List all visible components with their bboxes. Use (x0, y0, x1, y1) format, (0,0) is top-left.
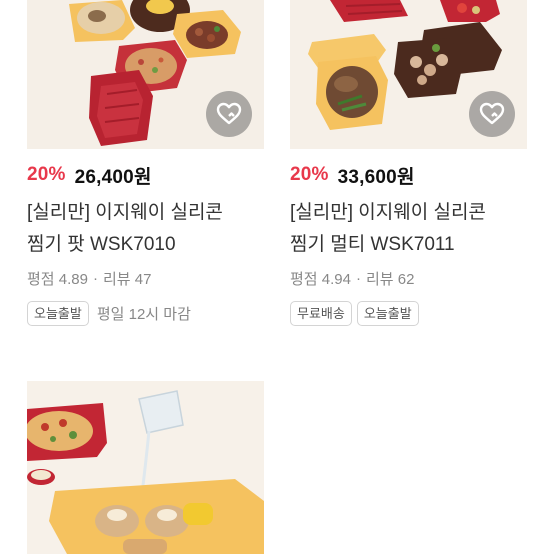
rating-score: 평점 4.89 (27, 270, 88, 288)
tag-row: 무료배송 오늘출발 (290, 301, 527, 326)
product-card[interactable]: 20% 33,600원 [실리만] 이지웨이 실리콘 찜기 멀티 WSK7011… (290, 0, 527, 326)
product-card[interactable] (27, 381, 264, 554)
product-image[interactable] (27, 381, 264, 554)
price-row: 20% 26,400원 (27, 163, 264, 188)
sale-price: 33,600원 (337, 166, 415, 188)
review-count: 리뷰 47 (102, 270, 152, 288)
product-title[interactable]: [실리만] 이지웨이 실리콘 찜기 멀티 WSK7011 (290, 197, 527, 261)
wishlist-button[interactable] (206, 91, 252, 137)
shipping-deadline: 평일 12시 마감 (96, 306, 191, 323)
wishlist-button[interactable] (469, 91, 515, 137)
review-count: 리뷰 62 (365, 270, 415, 288)
product-title[interactable]: [실리만] 이지웨이 실리콘 찜기 팟 WSK7010 (27, 197, 264, 261)
product-title-line: [실리만] 이지웨이 실리콘 (290, 202, 486, 223)
rating-score: 평점 4.94 (290, 270, 351, 288)
product-title-line: 찜기 멀티 WSK7011 (290, 234, 455, 255)
product-card[interactable]: 20% 26,400원 [실리만] 이지웨이 실리콘 찜기 팟 WSK7010 … (27, 0, 264, 326)
product-image[interactable] (27, 0, 264, 149)
sale-price: 26,400원 (74, 166, 152, 188)
tag-row: 오늘출발 평일 12시 마감 (27, 301, 264, 326)
discount-rate: 20% (290, 164, 329, 185)
price-row: 20% 33,600원 (290, 163, 527, 188)
separator-dot: · (92, 269, 98, 287)
shipping-badge: 오늘출발 (27, 301, 89, 326)
free-shipping-badge: 무료배송 (290, 301, 352, 326)
rating-row: 평점 4.89 · 리뷰 47 (27, 268, 264, 288)
product-title-line: [실리만] 이지웨이 실리콘 (27, 202, 223, 223)
heart-outline-icon (216, 102, 242, 125)
separator-dot: · (355, 269, 361, 287)
shipping-badge: 오늘출발 (356, 301, 419, 326)
rating-row: 평점 4.94 · 리뷰 62 (290, 268, 527, 288)
product-title-line: 찜기 팟 WSK7010 (27, 234, 176, 255)
discount-rate: 20% (27, 164, 66, 185)
heart-outline-icon (479, 102, 505, 125)
product-image[interactable] (290, 0, 527, 149)
